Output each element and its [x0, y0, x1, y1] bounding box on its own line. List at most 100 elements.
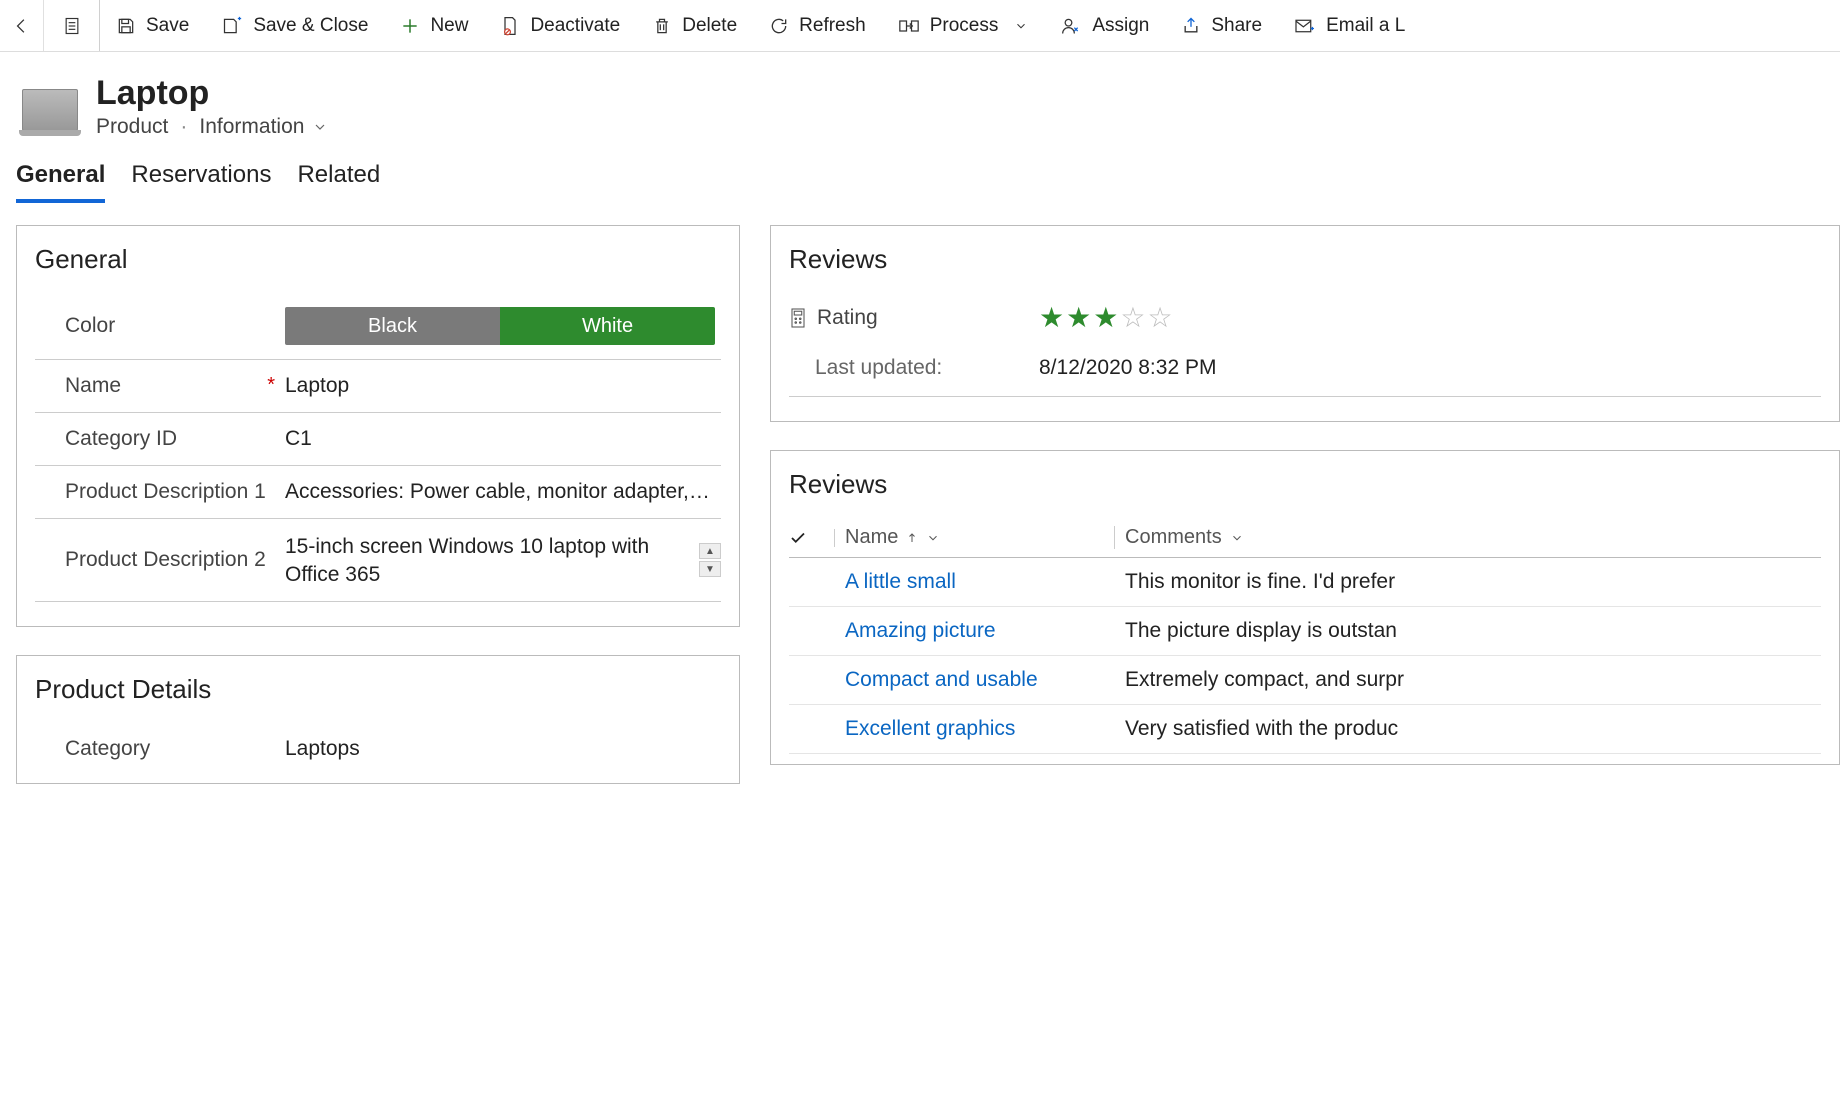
color-optionset[interactable]: Black White: [285, 307, 715, 345]
scroll-down-button[interactable]: ▼: [699, 561, 721, 577]
tab-bar: General Reservations Related: [0, 147, 1840, 203]
share-button[interactable]: Share: [1165, 0, 1278, 51]
entity-name: Product: [96, 115, 168, 139]
sort-asc-icon: [906, 531, 918, 545]
star-icon: ☆: [1120, 301, 1145, 334]
desc2-field[interactable]: 15-inch screen Windows 10 laptop with Of…: [285, 533, 699, 587]
chevron-down-icon: [1014, 19, 1028, 33]
grid-header: Name Comments: [789, 518, 1821, 558]
new-button[interactable]: New: [384, 0, 484, 51]
column-header-comments[interactable]: Comments: [1115, 526, 1821, 549]
deactivate-label: Deactivate: [530, 15, 620, 37]
section-title-general: General: [35, 244, 721, 275]
label-rating: Rating: [789, 306, 1039, 330]
column-header-name[interactable]: Name: [835, 526, 1115, 549]
refresh-label: Refresh: [799, 15, 866, 37]
email-label: Email a L: [1326, 15, 1405, 37]
section-reviews-grid: Reviews Name Comments A little small: [770, 450, 1840, 765]
record-set-button[interactable]: [44, 0, 100, 51]
label-name: Name *: [35, 374, 285, 398]
tab-general[interactable]: General: [16, 161, 105, 203]
color-option-black[interactable]: Black: [285, 307, 500, 345]
review-link[interactable]: Amazing picture: [835, 619, 1115, 643]
main-content: General Color Black White Name * Laptop …: [0, 203, 1840, 784]
category-id-field[interactable]: C1: [285, 427, 721, 451]
color-option-white[interactable]: White: [500, 307, 715, 345]
new-label: New: [430, 15, 468, 37]
save-close-button[interactable]: Save & Close: [205, 0, 384, 51]
label-color: Color: [35, 314, 285, 338]
review-link[interactable]: Compact and usable: [835, 668, 1115, 692]
assign-button[interactable]: Assign: [1044, 0, 1165, 51]
assign-icon: [1060, 16, 1082, 36]
section-general: General Color Black White Name * Laptop …: [16, 225, 740, 627]
share-icon: [1181, 16, 1201, 36]
label-category: Category: [35, 737, 285, 761]
table-row[interactable]: Excellent graphics Very satisfied with t…: [789, 705, 1821, 754]
delete-label: Delete: [682, 15, 737, 37]
mail-icon: [1294, 17, 1316, 35]
desc1-field[interactable]: Accessories: Power cable, monitor adapte…: [285, 480, 721, 504]
name-field[interactable]: Laptop: [285, 374, 721, 398]
section-reviews-summary: Reviews Rating ★ ★ ★ ☆ ☆ Last updated: 8…: [770, 225, 1840, 422]
label-category-id: Category ID: [35, 427, 285, 451]
review-link[interactable]: A little small: [835, 570, 1115, 594]
assign-label: Assign: [1092, 15, 1149, 37]
command-bar: Save Save & Close New Deactivate Delete …: [0, 0, 1840, 52]
table-row[interactable]: A little small This monitor is fine. I'd…: [789, 558, 1821, 607]
delete-button[interactable]: Delete: [636, 0, 753, 51]
save-icon: [116, 16, 136, 36]
email-link-button[interactable]: Email a L: [1278, 0, 1421, 51]
process-icon: [898, 16, 920, 36]
star-icon: ★: [1093, 301, 1118, 334]
refresh-icon: [769, 16, 789, 36]
last-updated-value: 8/12/2020 8:32 PM: [1039, 356, 1216, 380]
chevron-down-icon: [926, 531, 940, 545]
share-label: Share: [1211, 15, 1262, 37]
label-desc1: Product Description 1: [35, 480, 285, 504]
textarea-scroll: ▲ ▼: [699, 543, 721, 577]
review-comment: The picture display is outstan: [1115, 619, 1821, 643]
process-button[interactable]: Process: [882, 0, 1045, 51]
refresh-button[interactable]: Refresh: [753, 0, 882, 51]
save-button[interactable]: Save: [100, 0, 205, 51]
section-title-reviews-grid: Reviews: [789, 469, 1821, 500]
tab-reservations[interactable]: Reservations: [131, 161, 271, 203]
chevron-down-icon: [312, 119, 328, 135]
tab-related[interactable]: Related: [297, 161, 380, 203]
category-field[interactable]: Laptops: [285, 737, 721, 761]
calculator-icon: [789, 307, 807, 329]
form-name: Information: [199, 115, 304, 139]
star-icon: ★: [1039, 301, 1064, 334]
star-icon: ★: [1066, 301, 1091, 334]
select-all-checkbox[interactable]: [789, 529, 835, 547]
deactivate-icon: [500, 16, 520, 36]
record-header: Laptop Product · Information: [0, 52, 1840, 147]
plus-icon: [400, 16, 420, 36]
rating-stars[interactable]: ★ ★ ★ ☆ ☆: [1039, 301, 1173, 334]
save-label: Save: [146, 15, 189, 37]
label-last-updated: Last updated:: [789, 356, 1039, 380]
review-comment: Extremely compact, and surpr: [1115, 668, 1821, 692]
form-selector[interactable]: Information: [199, 115, 328, 139]
delete-icon: [652, 16, 672, 36]
save-close-icon: [221, 16, 243, 36]
review-comment: This monitor is fine. I'd prefer: [1115, 570, 1821, 594]
section-product-details: Product Details Category Laptops: [16, 655, 740, 784]
deactivate-button[interactable]: Deactivate: [484, 0, 636, 51]
save-close-label: Save & Close: [253, 15, 368, 37]
chevron-down-icon: [1230, 531, 1244, 545]
table-row[interactable]: Compact and usable Extremely compact, an…: [789, 656, 1821, 705]
page-title: Laptop: [96, 74, 328, 113]
review-comment: Very satisfied with the produc: [1115, 717, 1821, 741]
label-desc2: Product Description 2: [35, 548, 285, 572]
scroll-up-button[interactable]: ▲: [699, 543, 721, 559]
section-title-product-details: Product Details: [35, 674, 721, 705]
separator-dot: ·: [180, 115, 187, 139]
required-indicator: *: [267, 374, 275, 397]
review-link[interactable]: Excellent graphics: [835, 717, 1115, 741]
star-icon: ☆: [1147, 301, 1172, 334]
back-button[interactable]: [0, 0, 44, 51]
table-row[interactable]: Amazing picture The picture display is o…: [789, 607, 1821, 656]
record-image[interactable]: [22, 89, 78, 131]
